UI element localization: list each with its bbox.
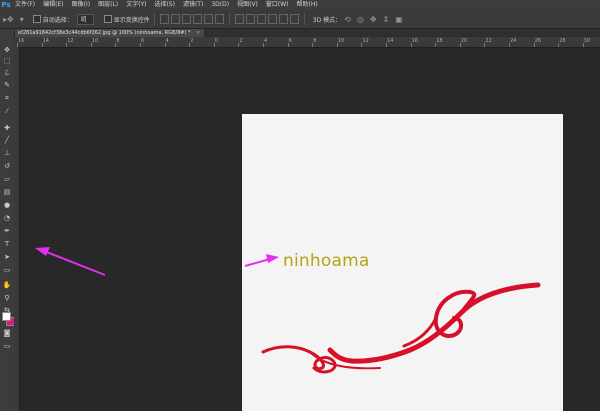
annotation-arrow-line (244, 258, 271, 267)
annotation-arrowhead (35, 247, 50, 256)
annotation-arrows (35, 247, 279, 276)
swirl-ornament (261, 282, 541, 374)
annotation-arrow-line (43, 250, 106, 276)
canvas-overlay (35, 247, 541, 374)
annotation-arrowhead (266, 254, 279, 263)
foreground-color-swatch[interactable] (2, 312, 11, 321)
ornament-stroke (402, 316, 438, 348)
ornament-stroke (261, 345, 337, 374)
